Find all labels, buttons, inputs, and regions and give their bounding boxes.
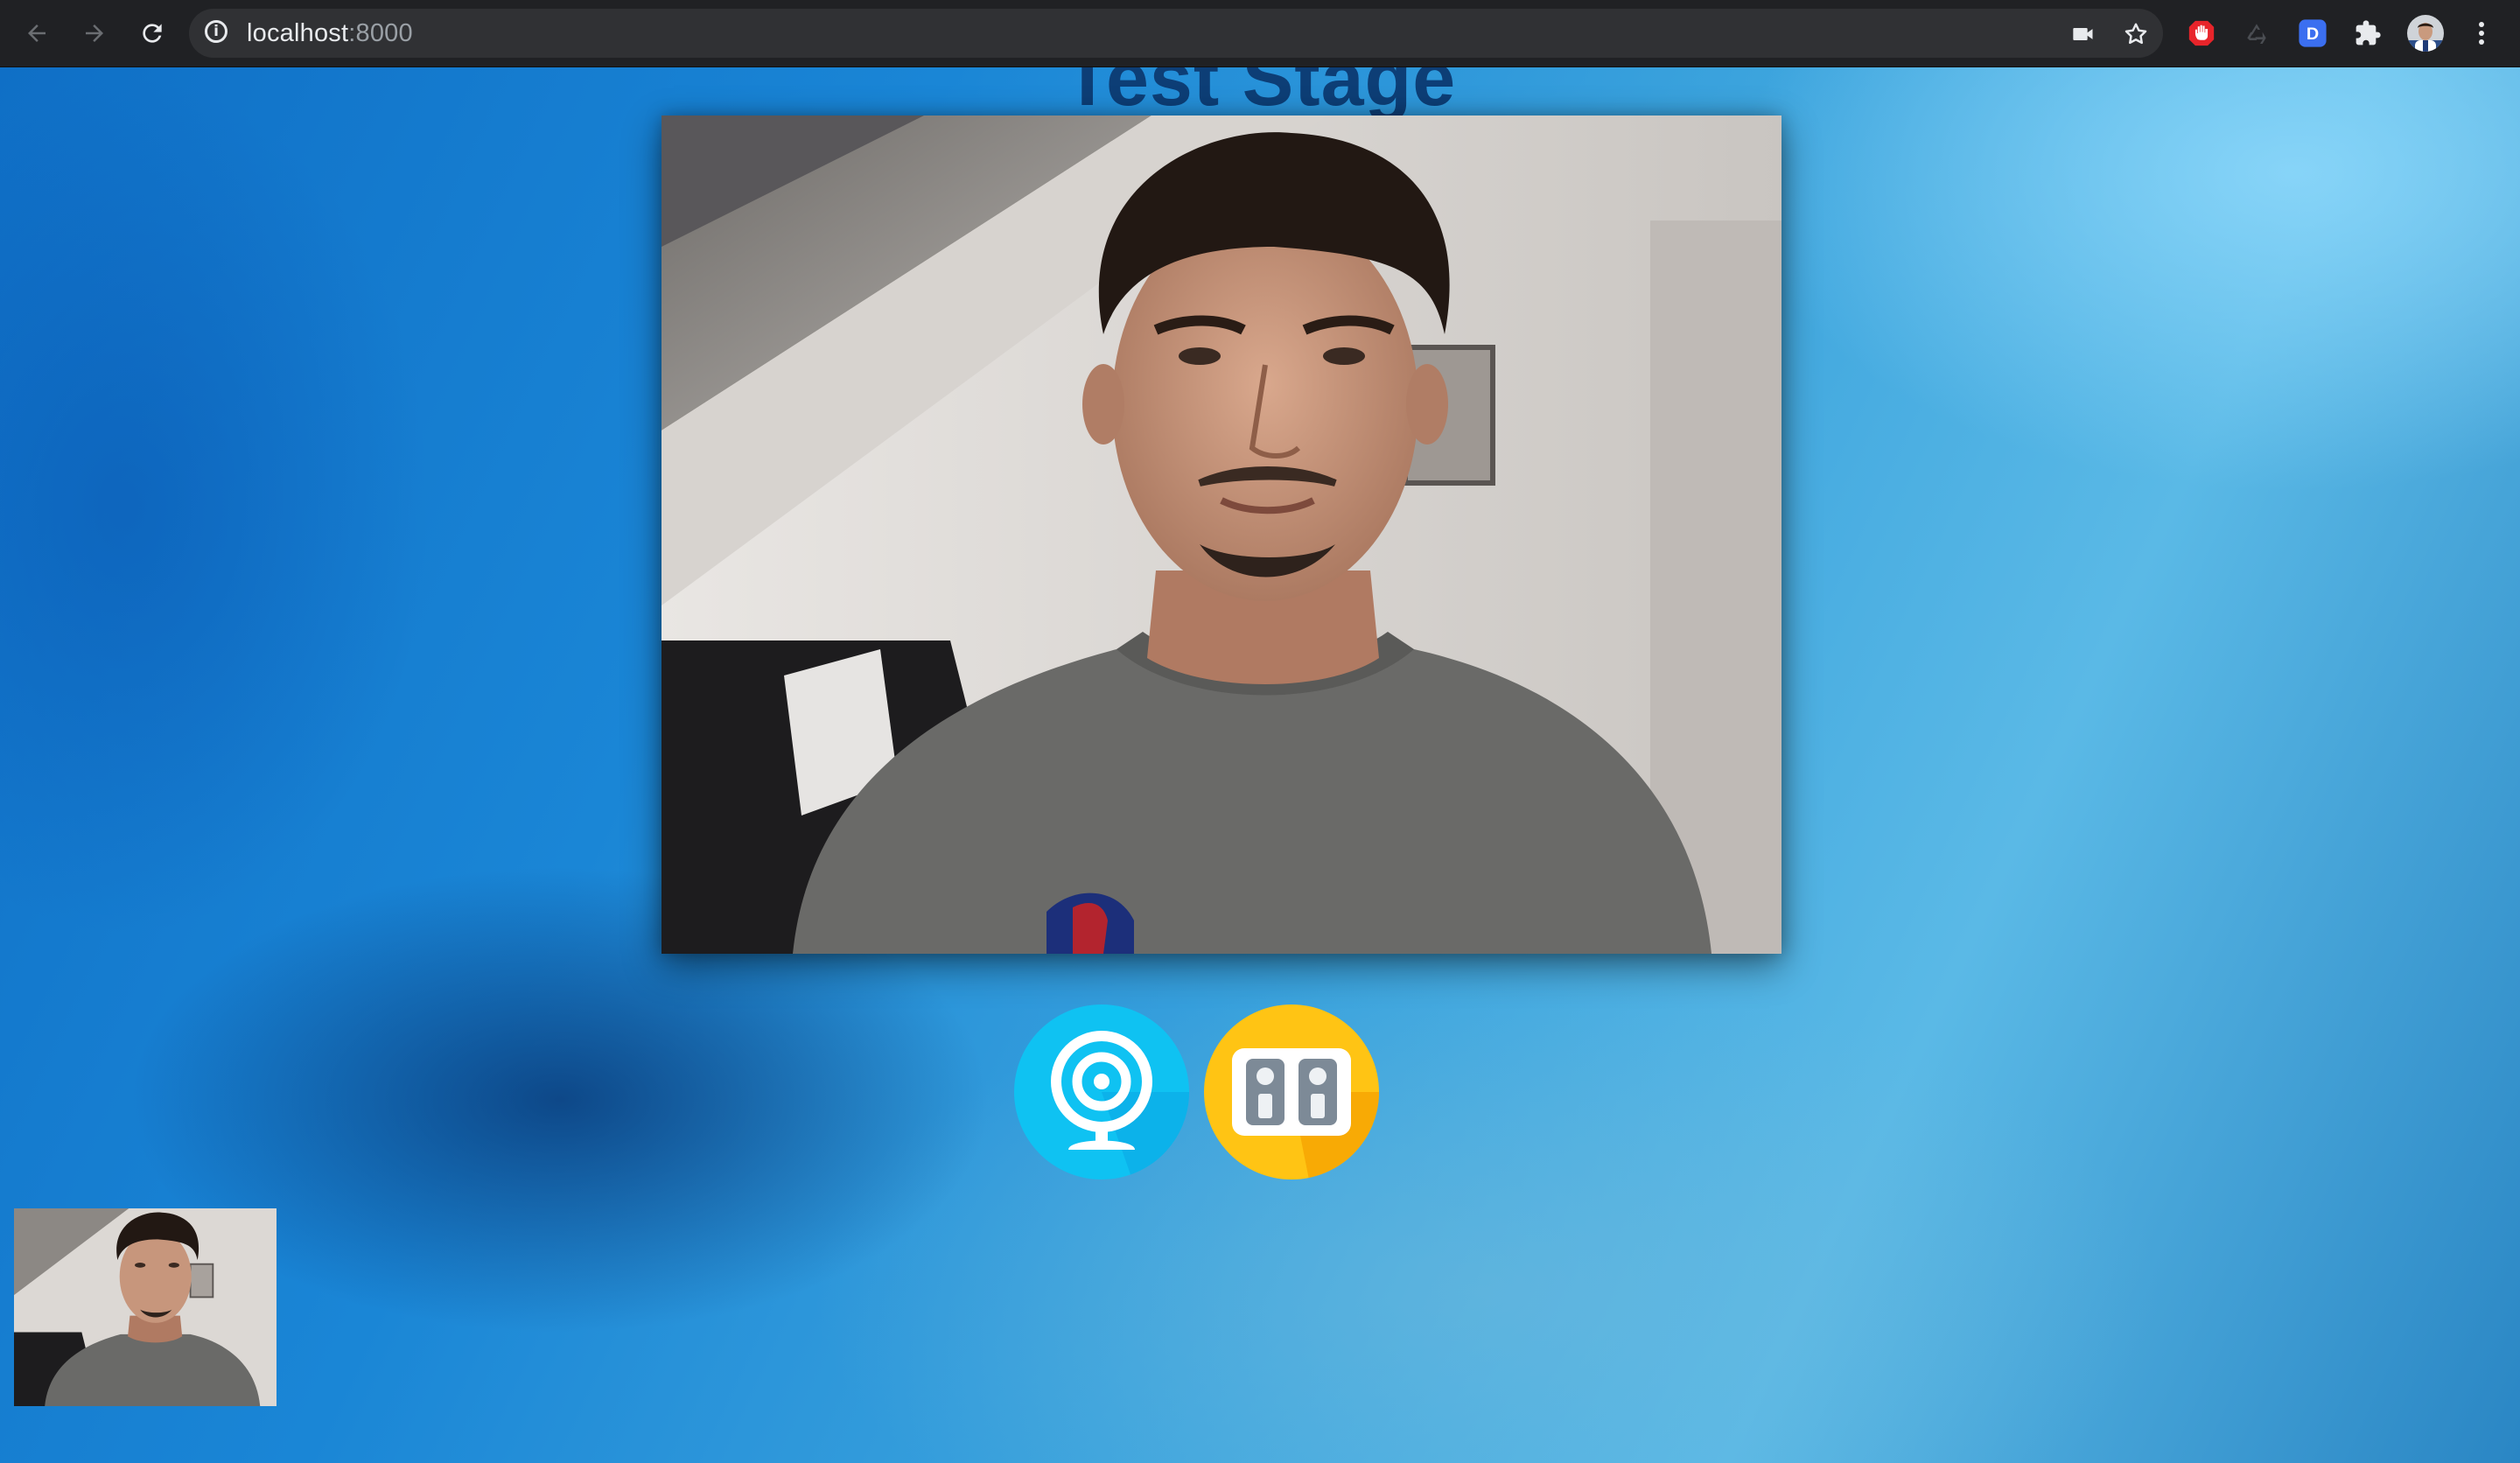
address-bar[interactable]: i localhost:8000 xyxy=(189,9,2163,58)
video-frame xyxy=(662,116,1782,954)
stop-hand-extension-icon[interactable] xyxy=(2185,17,2218,50)
arrow-left-icon xyxy=(28,24,46,42)
remote-video xyxy=(662,116,1782,954)
forward-button[interactable] xyxy=(74,12,116,54)
page-content: Test Stage xyxy=(0,67,2520,1463)
browser-toolbar: i localhost:8000 D xyxy=(0,0,2520,67)
puzzle-extensions-icon[interactable] xyxy=(2351,17,2384,50)
svg-text:D: D xyxy=(2306,24,2319,44)
bookmark-star-icon[interactable] xyxy=(2121,19,2151,49)
back-button[interactable] xyxy=(16,12,58,54)
reload-button[interactable] xyxy=(131,12,173,54)
speakers-toggle-button[interactable] xyxy=(1204,1004,1379,1180)
kebab-menu-icon[interactable] xyxy=(2465,17,2498,50)
recycle-extension-icon[interactable] xyxy=(2240,17,2273,50)
url-text: localhost:8000 xyxy=(247,9,413,58)
local-video-preview xyxy=(14,1208,276,1406)
site-info-icon[interactable]: i xyxy=(205,20,228,43)
webcam-icon xyxy=(1051,1031,1189,1180)
speakers-icon xyxy=(1232,1048,1379,1180)
webcam-toggle-button[interactable] xyxy=(1014,1004,1189,1180)
arrow-right-icon xyxy=(86,24,103,42)
profile-avatar[interactable] xyxy=(2406,14,2445,52)
url-host: localhost xyxy=(247,19,349,47)
local-video-frame xyxy=(14,1208,276,1406)
url-port: :8000 xyxy=(348,19,413,47)
camera-icon[interactable] xyxy=(2068,19,2098,49)
d-extension-icon[interactable]: D xyxy=(2296,17,2329,50)
reload-icon xyxy=(143,24,162,43)
